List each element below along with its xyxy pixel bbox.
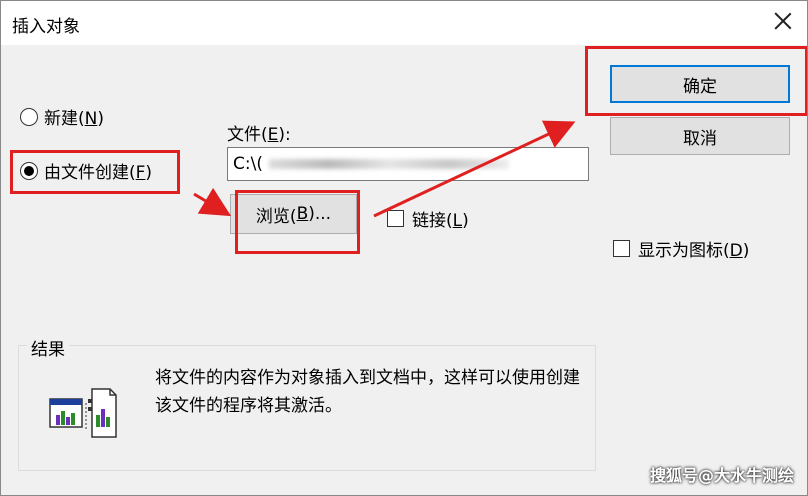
watermark: 搜狐号@大水牛测绘 <box>649 466 794 485</box>
annotation-arrows <box>193 120 576 218</box>
arrow-to-ok <box>373 120 576 218</box>
arrow-to-browse <box>193 187 232 217</box>
